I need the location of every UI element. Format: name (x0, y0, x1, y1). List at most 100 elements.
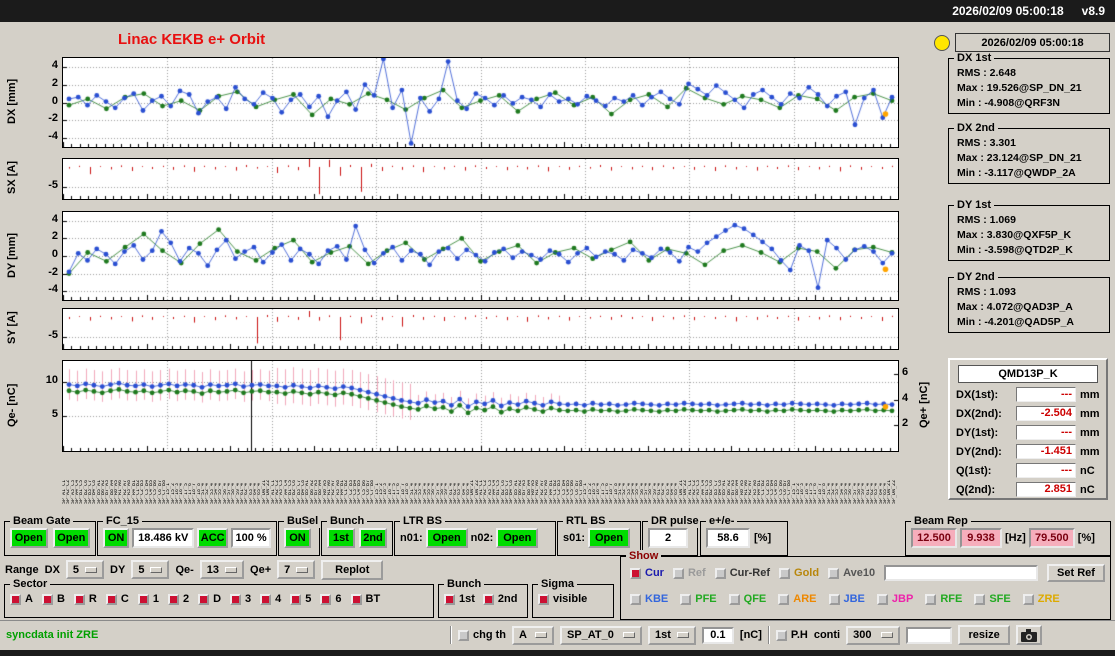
sp-at-dropdown[interactable]: SP_AT_0 (560, 625, 642, 645)
beam-rep-value1-field[interactable]: 12.500 (911, 528, 957, 548)
beam-rep-value2-field[interactable]: 9.938 (960, 528, 1002, 548)
range-qe-minus-label: Qe- (175, 563, 194, 576)
range-qe-plus-dropdown[interactable]: 7 (277, 560, 316, 579)
ltr-n02-open-button[interactable]: Open (496, 528, 539, 548)
rtl-s01-open-button[interactable]: Open (588, 528, 631, 548)
bunch-dropdown[interactable]: 1st (648, 625, 696, 645)
beam-gate-open1-button[interactable]: Open (10, 528, 48, 548)
magnet-row-unit: nC (1080, 483, 1095, 496)
titlebar-version: v8.9 (1081, 4, 1105, 18)
show-checkbox-kbe[interactable]: KBE (630, 593, 668, 605)
checkbox-box (672, 567, 684, 579)
show-checkbox-pfe[interactable]: PFE (680, 593, 717, 605)
show-legend: Show (626, 550, 662, 563)
bpm-name: SP_B2_C6 (709, 479, 714, 504)
sector-checkbox-1[interactable]: 1 (137, 593, 159, 605)
busel-on-button[interactable]: ON (284, 528, 311, 548)
sector-checkbox-c[interactable]: C (105, 593, 129, 605)
bpm-name: SP_C2_B3 (557, 479, 562, 504)
dr-pulse-field[interactable]: 2 (648, 528, 688, 548)
bpm-name: SP_R2_A7 (331, 479, 336, 504)
section-dropdown[interactable]: A (512, 625, 554, 645)
sector-checkbox-3[interactable]: 3 (230, 593, 251, 605)
bunch-checkbox-1st[interactable]: 1st (444, 593, 475, 605)
checkbox-box (630, 593, 641, 605)
dx-ytick-label: -4 (48, 130, 58, 143)
show-checkbox-rfe[interactable]: RFE (925, 593, 962, 605)
sector-checkbox-label: 3 (245, 593, 252, 605)
sx-ytick-label: -5 (48, 179, 58, 191)
bunch-checkbox-2nd[interactable]: 2nd (482, 593, 517, 605)
fc15-voltage-field[interactable]: 18.486 kV (132, 528, 195, 548)
show-checkbox-ref[interactable]: Ref (672, 567, 706, 579)
dx-ytick-label: 4 (51, 58, 58, 71)
eplus-eminus-unit: [%] (754, 532, 772, 544)
magnet-row-value: --- (1016, 425, 1076, 440)
fc15-acc-button[interactable]: ACC (197, 528, 229, 548)
magnet-row: DY(2nd): -1.451 mm (956, 444, 1100, 459)
busel-legend: BuSel (284, 515, 322, 528)
sector-checkbox-r[interactable]: R (73, 593, 97, 605)
sector-checkbox-b[interactable]: B (41, 593, 65, 605)
show-checkbox-cur-ref[interactable]: Cur-Ref (714, 567, 770, 579)
show-checkbox-ave10[interactable]: Ave10 (828, 567, 875, 579)
show-checkbox-sfe[interactable]: SFE (974, 593, 1011, 605)
bpm-name: SP_56_4 (431, 482, 436, 504)
ltr-n01-open-button[interactable]: Open (425, 528, 468, 548)
resize-button[interactable]: resize (958, 625, 1011, 645)
sector-checkbox-a[interactable]: A (10, 593, 33, 605)
bunch-2nd-button[interactable]: 2nd (359, 528, 387, 548)
beam-rep-value3-field[interactable]: 79.500 (1028, 528, 1075, 548)
sector-checkbox-bt[interactable]: BT (350, 593, 380, 605)
bpm-name: SP_A3_C3 (696, 479, 701, 504)
magnet-row-label: Q(2nd): (956, 483, 996, 496)
show-checkbox-zre[interactable]: ZRE (1022, 593, 1060, 605)
ltr-n01-label: n01: (400, 532, 423, 544)
sector-checkbox-2[interactable]: 2 (167, 593, 189, 605)
sector-checkbox-6[interactable]: 6 (320, 593, 342, 605)
points-dropdown[interactable]: 300 (846, 625, 901, 645)
section-dropdown-value: A (519, 629, 527, 641)
sector-checkbox-5[interactable]: 5 (290, 593, 311, 605)
camera-button[interactable] (1016, 625, 1043, 645)
threshold-field[interactable]: 0.1 (701, 626, 734, 644)
chg-th-checkbox[interactable]: chg th (458, 629, 506, 641)
fc15-percent-field[interactable]: 100 % (231, 528, 271, 548)
sector-legend: Sector (10, 578, 51, 591)
show-checkbox-qfe[interactable]: QFE (728, 593, 766, 605)
range-dx-dropdown[interactable]: 5 (65, 560, 105, 579)
bunch-1st-button[interactable]: 1st (327, 528, 355, 548)
set-ref-button[interactable]: Set Ref (1047, 564, 1105, 582)
blank-entry-field[interactable] (906, 626, 953, 644)
busel-group: BuSel ON (278, 515, 322, 556)
eplus-eminus-field[interactable]: 58.6 (706, 528, 750, 548)
show-checkbox-jbp[interactable]: JBP (876, 593, 913, 605)
checkbox-box (260, 593, 272, 605)
range-dy-dropdown[interactable]: 5 (131, 560, 170, 579)
sector-checkbox-4[interactable]: 4 (260, 593, 281, 605)
bpm-name: SP_B2_C6 (292, 479, 297, 504)
sector-checkbox-d[interactable]: D (198, 593, 221, 605)
show-checkbox-are[interactable]: ARE (778, 593, 817, 605)
fc15-on-button[interactable]: ON (103, 528, 130, 548)
checkbox-box (828, 567, 840, 579)
eplus-eminus-group: e+/e- 58.6 [%] (700, 515, 788, 556)
range-qe-minus-dropdown[interactable]: 13 (199, 560, 245, 579)
bpm-name: SP_63_4 (457, 482, 462, 504)
beam-gate-open2-button[interactable]: Open (52, 528, 90, 548)
beam-rep-hz-unit: [Hz] (1005, 532, 1026, 544)
dx-axis-label: DX [mm] (6, 78, 18, 125)
sector-group: Sector A B R C 1 2 D 3 4 5 6 BT (4, 578, 434, 618)
show-checkbox-gold[interactable]: Gold (779, 567, 819, 579)
show-ref-field[interactable] (884, 565, 1038, 581)
chg-th-label: chg th (473, 629, 506, 641)
ph-checkbox[interactable]: P.H (775, 629, 808, 641)
sx-axis-label: SX [A] (6, 161, 18, 195)
conti-label[interactable]: conti (814, 629, 840, 641)
bunch-checkbox-label: 1st (459, 593, 475, 605)
sigma-checkbox-visible[interactable]: visible (538, 593, 587, 605)
bpm-name: SP_15_1 (166, 482, 171, 504)
show-checkbox-cur[interactable]: Cur (630, 567, 664, 579)
replot-button[interactable]: Replot (321, 559, 384, 580)
show-checkbox-jbe[interactable]: JBE (828, 593, 865, 605)
